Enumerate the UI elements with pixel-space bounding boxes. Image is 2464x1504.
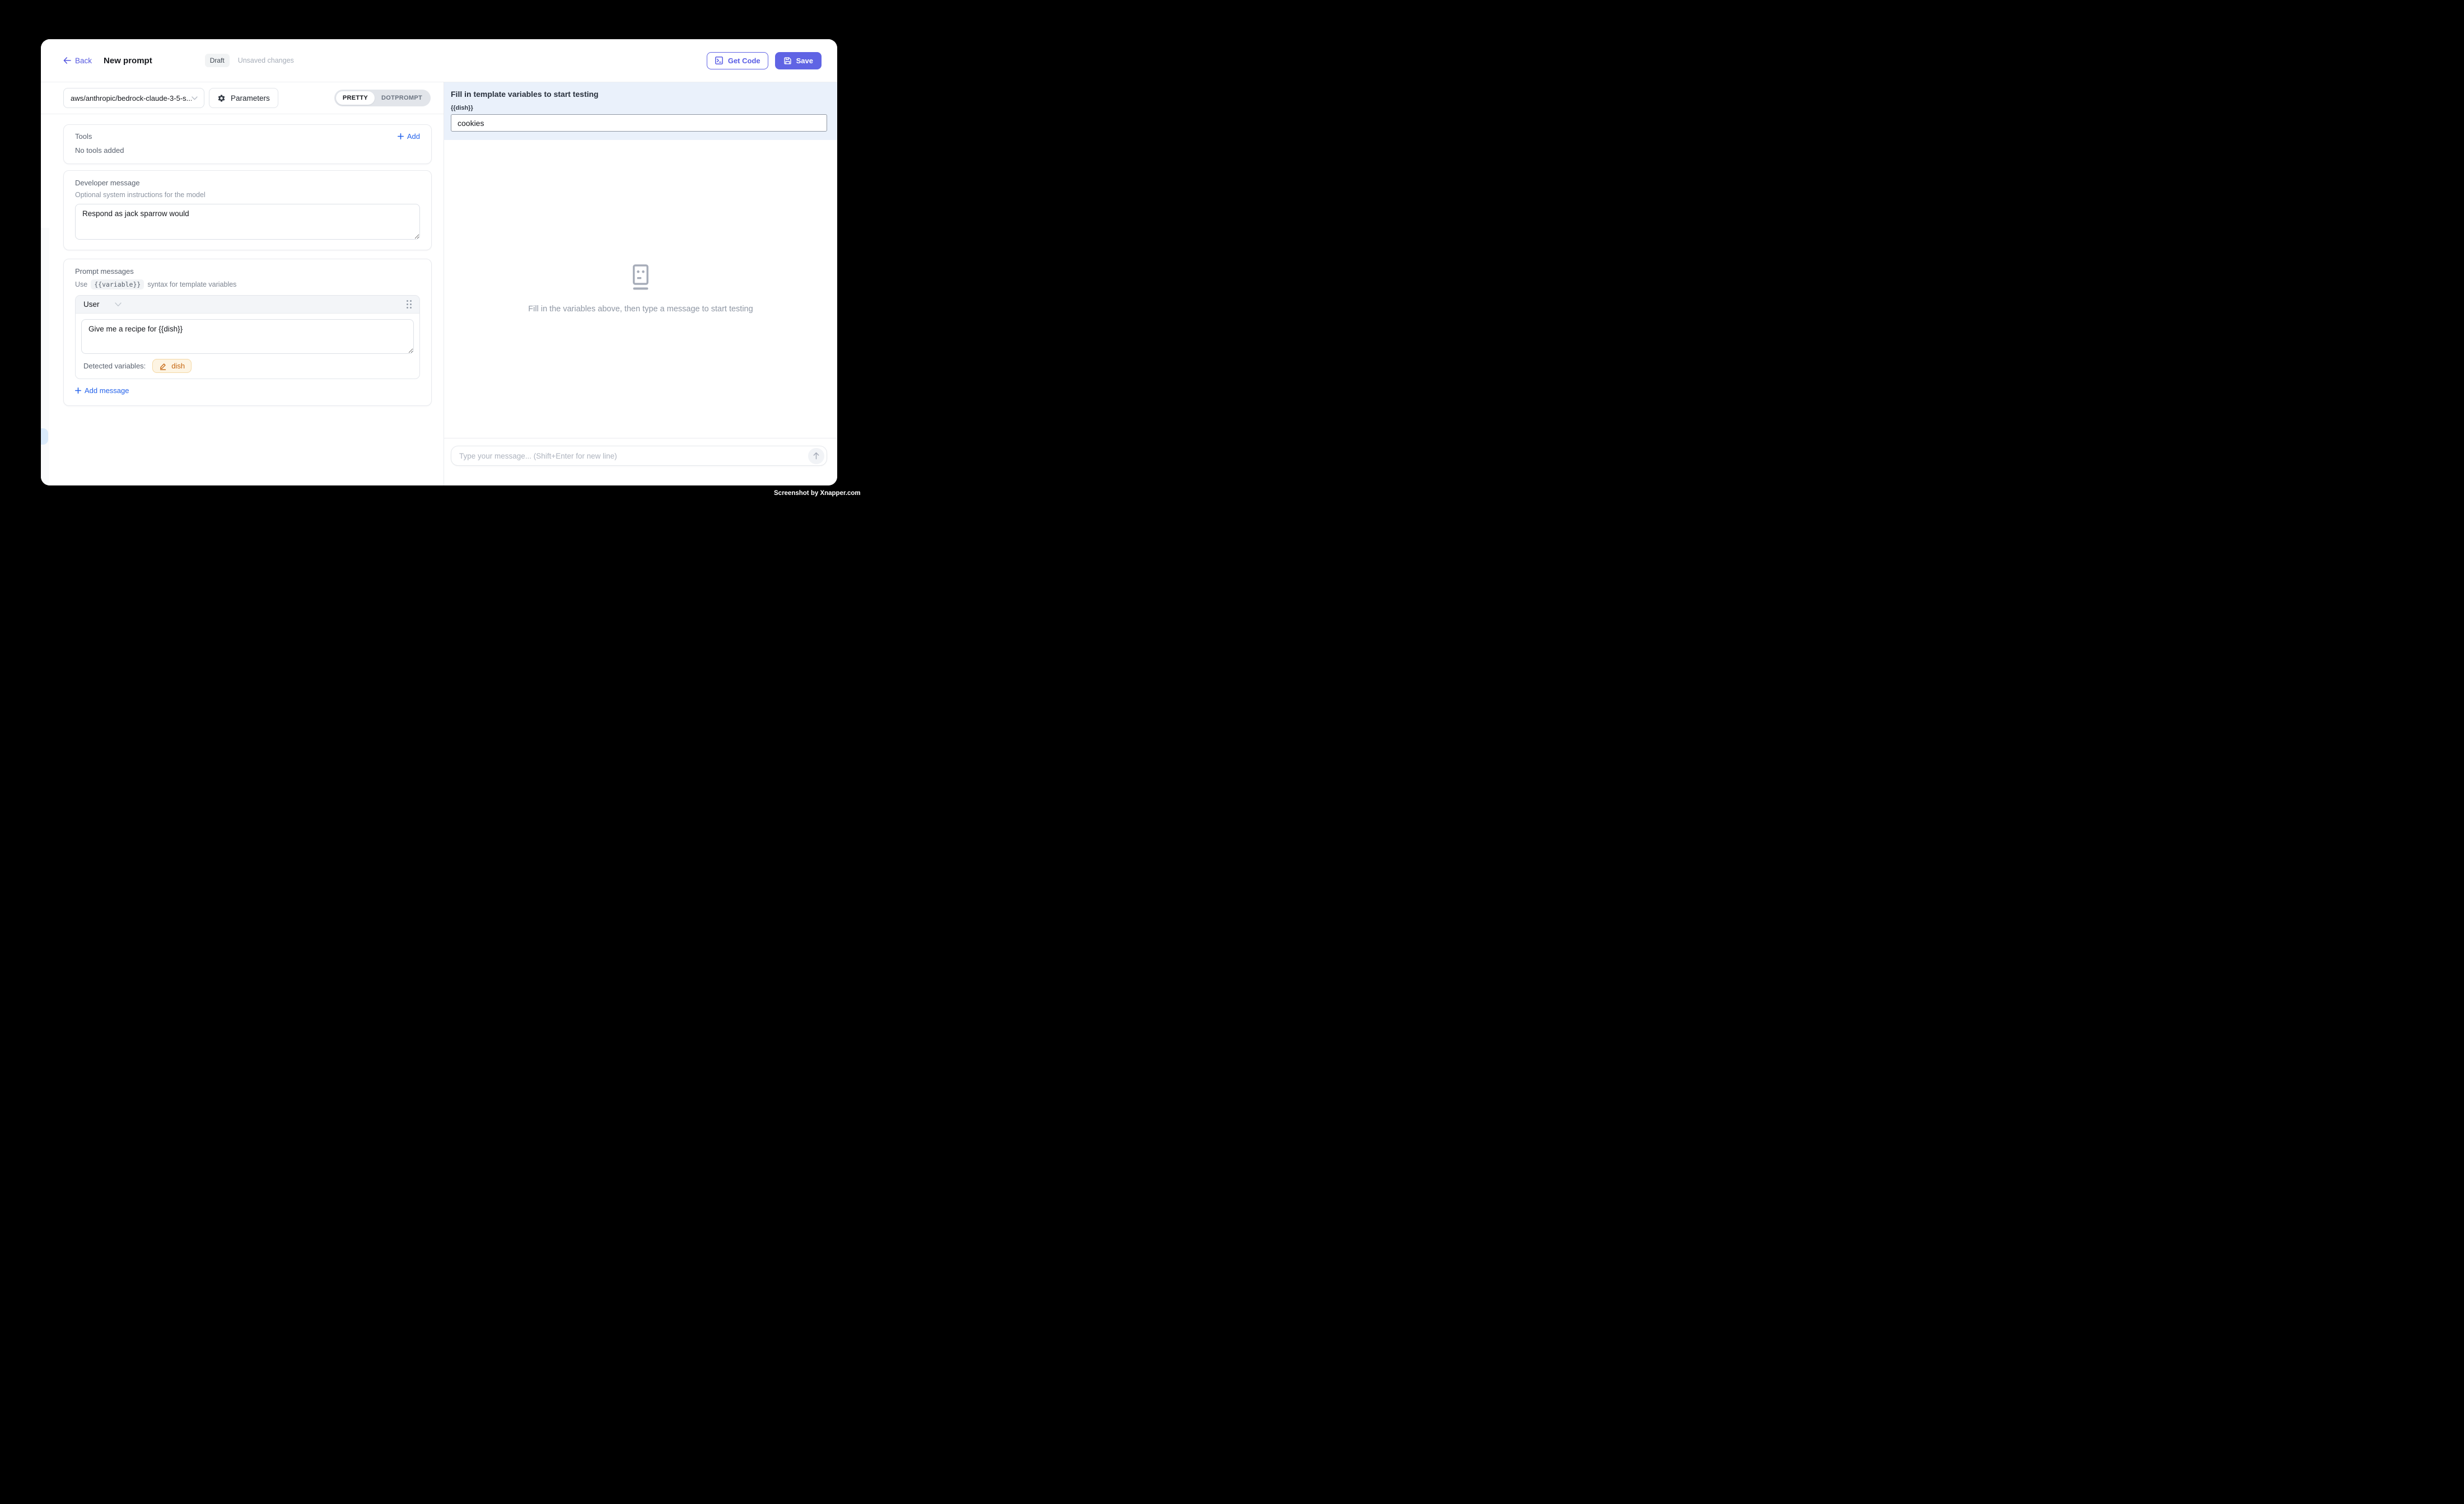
tools-title: Tools xyxy=(75,132,92,141)
chat-empty-text: Fill in the variables above, then type a… xyxy=(528,305,753,314)
save-label: Save xyxy=(796,57,813,65)
model-select[interactable]: aws/anthropic/bedrock-claude-3-5-s... xyxy=(63,88,204,108)
view-mode-toggle: PRETTY DOTPROMPT xyxy=(334,90,431,106)
prompt-editor-panel: aws/anthropic/bedrock-claude-3-5-s... Pa… xyxy=(41,82,444,485)
add-message-label: Add message xyxy=(85,386,129,395)
header: Back New prompt Draft Unsaved changes Ge… xyxy=(41,39,837,82)
watermark: Screenshot by Xnapper.com xyxy=(774,490,861,497)
message-block: User Give me a recipe for {{dish}} Detec… xyxy=(75,295,420,379)
plus-icon xyxy=(75,387,81,394)
variable-name-label: {{dish}} xyxy=(451,105,827,111)
pencil-icon xyxy=(159,362,167,370)
message-role-select[interactable]: User xyxy=(83,300,122,309)
save-floppy-icon xyxy=(783,57,792,65)
variable-chip-label: dish xyxy=(171,362,185,370)
sidebar-active-item-fragment xyxy=(41,428,48,445)
editor-toolbar: aws/anthropic/bedrock-claude-3-5-s... Pa… xyxy=(41,82,444,114)
tools-empty-text: No tools added xyxy=(75,146,420,155)
template-variables-title: Fill in template variables to start test… xyxy=(451,90,827,99)
prompt-messages-card: Prompt messages Use {{variable}} syntax … xyxy=(63,259,432,406)
message-body: Give me a recipe for {{dish}} xyxy=(76,314,419,354)
variable-value-input[interactable] xyxy=(451,114,827,132)
chat-message-input[interactable] xyxy=(459,452,808,460)
variable-syntax-chip: {{variable}} xyxy=(91,279,144,289)
send-button[interactable] xyxy=(808,448,824,464)
developer-message-title: Developer message xyxy=(75,179,420,187)
chat-empty-state: Fill in the variables above, then type a… xyxy=(444,140,837,438)
back-button[interactable]: Back xyxy=(63,57,92,65)
toggle-dotprompt[interactable]: DOTPROMPT xyxy=(375,91,429,105)
main-split: aws/anthropic/bedrock-claude-3-5-s... Pa… xyxy=(41,82,837,485)
template-syntax-hint: Use {{variable}} syntax for template var… xyxy=(75,279,420,289)
chat-input-bar xyxy=(444,438,837,485)
chat-input-container xyxy=(451,446,827,466)
robot-face-icon xyxy=(629,264,652,291)
toggle-pretty[interactable]: PRETTY xyxy=(336,91,375,105)
get-code-button[interactable]: Get Code xyxy=(707,52,768,69)
collapsed-sidebar-strip xyxy=(41,228,49,485)
tools-card: Tools Add No tools added xyxy=(63,124,432,164)
hint-prefix: Use xyxy=(75,281,87,288)
developer-message-card: Developer message Optional system instru… xyxy=(63,170,432,250)
parameters-button[interactable]: Parameters xyxy=(209,88,278,108)
add-tool-label: Add xyxy=(407,132,420,141)
hint-suffix: syntax for template variables xyxy=(147,281,236,288)
chevron-down-icon xyxy=(115,302,122,307)
back-label: Back xyxy=(75,57,92,65)
drag-handle-icon[interactable] xyxy=(407,300,412,309)
model-select-value: aws/anthropic/bedrock-claude-3-5-s... xyxy=(71,94,192,102)
add-tool-button[interactable]: Add xyxy=(398,132,420,141)
detected-variables-label: Detected variables: xyxy=(83,362,146,370)
message-header: User xyxy=(76,296,419,314)
page-title: New prompt xyxy=(104,56,152,66)
detected-variables-row: Detected variables: dish xyxy=(76,354,419,379)
editor-content: Tools Add No tools added Developer messa… xyxy=(41,114,444,485)
save-button[interactable]: Save xyxy=(775,52,822,69)
back-arrow-icon xyxy=(63,57,71,64)
plus-icon xyxy=(398,133,404,139)
gear-icon xyxy=(217,94,226,102)
message-content-textarea[interactable]: Give me a recipe for {{dish}} xyxy=(81,319,414,354)
terminal-icon xyxy=(715,56,724,65)
app-window: Back New prompt Draft Unsaved changes Ge… xyxy=(41,39,837,485)
variable-chip-dish[interactable]: dish xyxy=(152,359,192,373)
send-up-arrow-icon xyxy=(813,452,820,460)
parameters-label: Parameters xyxy=(231,94,270,102)
template-variables-section: Fill in template variables to start test… xyxy=(444,82,837,140)
prompt-messages-title: Prompt messages xyxy=(75,267,420,275)
get-code-label: Get Code xyxy=(728,57,760,65)
unsaved-changes-note: Unsaved changes xyxy=(238,57,294,64)
status-badge: Draft xyxy=(205,54,230,67)
chevron-down-icon xyxy=(192,96,198,100)
developer-message-subtitle: Optional system instructions for the mod… xyxy=(75,191,420,199)
developer-message-textarea[interactable]: Respond as jack sparrow would xyxy=(75,204,420,240)
test-panel: Fill in template variables to start test… xyxy=(444,82,837,485)
add-message-button[interactable]: Add message xyxy=(75,386,129,395)
message-role-value: User xyxy=(83,300,100,309)
